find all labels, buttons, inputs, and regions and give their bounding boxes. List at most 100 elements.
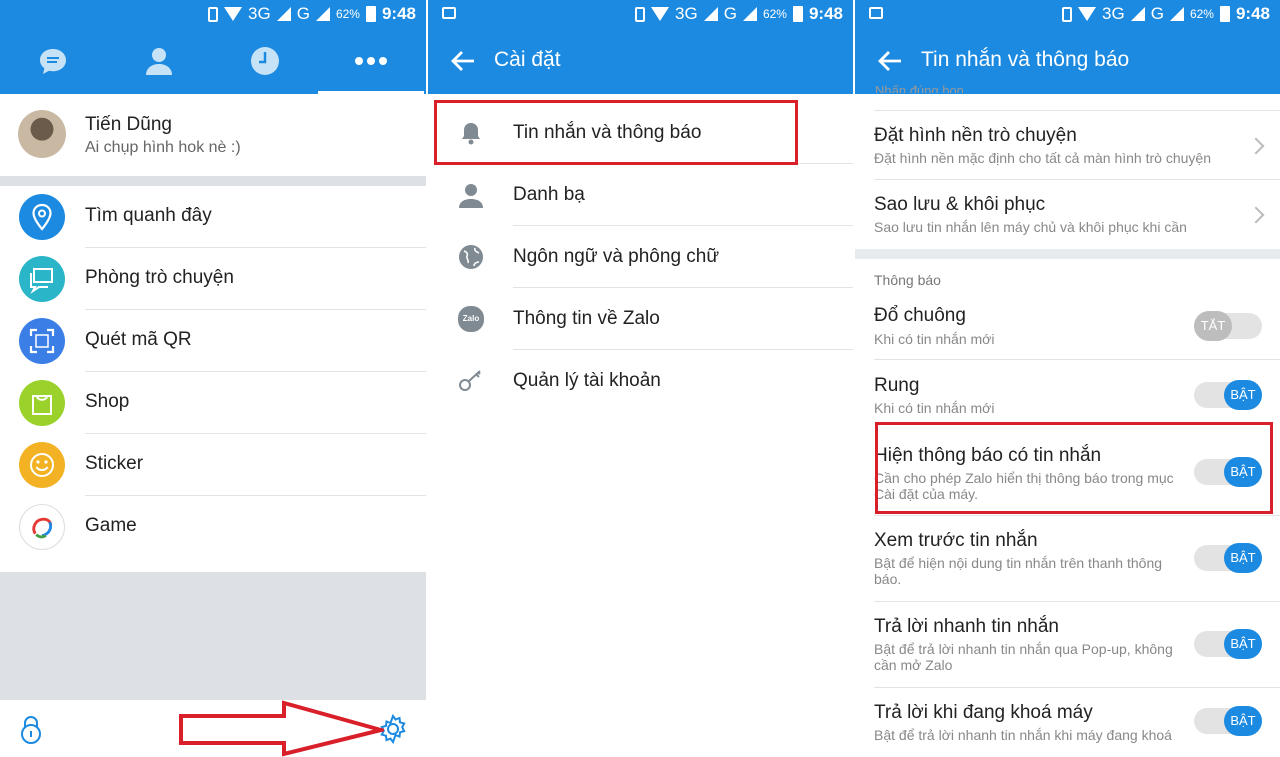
globe-icon [459, 245, 483, 269]
tab-messages[interactable] [0, 28, 106, 94]
quick-reply-toggle[interactable]: BẬT [1194, 629, 1262, 659]
menu-item-shop[interactable]: Shop [0, 372, 426, 434]
lock-icon[interactable] [18, 714, 44, 744]
wifi-icon [224, 7, 243, 21]
reply-locked-toggle[interactable]: BẬT [1194, 706, 1262, 736]
row-title: Sao lưu & khôi phục [874, 194, 1046, 215]
notification-settings-panel: 3G G 62% 9:48 Tin nhắn và thông báo Nhấn… [855, 0, 1280, 757]
row-message-preview[interactable]: Xem trước tin nhắn Bật để hiện nội dung … [855, 516, 1280, 602]
empty-area [0, 572, 426, 700]
message-preview-toggle[interactable]: BẬT [1194, 543, 1262, 573]
signal-icon [276, 7, 291, 21]
row-subtitle: Sao lưu tin nhắn lên máy chủ và khôi phụ… [874, 219, 1187, 235]
wifi-icon [651, 7, 670, 21]
profile-row[interactable]: Tiến Dũng Ai chụp hình hok nè :) [0, 94, 426, 176]
row-ringtone[interactable]: Đổ chuông Khi có tin nhắn mới TẮT [855, 291, 1280, 360]
row-title: Đổ chuông [874, 305, 966, 326]
app-bar: Cài đặt [428, 28, 853, 94]
row-title: Rung [874, 375, 920, 396]
back-arrow-icon[interactable] [877, 46, 903, 76]
person-icon [459, 184, 483, 208]
image-notification-icon [869, 7, 883, 19]
feature-menu: Tìm quanh đây Phòng trò chuyện Quét mã Q… [0, 186, 426, 558]
page-title: Tin nhắn và thông báo [921, 48, 1130, 71]
row-subtitle: Khi có tin nhắn mới [874, 331, 995, 347]
menu-item-nearby[interactable]: Tìm quanh đây [0, 186, 426, 248]
settings-item-about-zalo[interactable]: Zalo Thông tin về Zalo [428, 288, 853, 350]
game-logo-icon [19, 504, 65, 550]
clock-time: 9:48 [381, 4, 416, 23]
settings-item-label: Quản lý tài khoản [513, 370, 661, 391]
section-divider [855, 249, 1280, 259]
settings-item-contacts[interactable]: Danh bạ [428, 164, 853, 226]
ringtone-toggle[interactable]: TẮT [1194, 311, 1262, 341]
location-pin-icon [19, 194, 65, 240]
menu-item-label: Game [85, 515, 137, 536]
row-subtitle: Bật để trả lời nhanh tin nhắn khi máy đa… [874, 727, 1172, 743]
toggle-state: BẬT [1224, 543, 1262, 573]
menu-item-label: Sticker [85, 453, 144, 474]
settings-item-label: Ngôn ngữ và phông chữ [513, 246, 720, 267]
row-subtitle: Đặt hình nền mặc định cho tất cả màn hìn… [874, 150, 1211, 166]
menu-item-qr[interactable]: Quét mã QR [0, 310, 426, 372]
smiley-icon [19, 442, 65, 488]
row-subtitle: Khi có tin nhắn mới [874, 400, 995, 416]
settings-item-account[interactable]: Quản lý tài khoản [428, 350, 853, 412]
highlight-box [434, 100, 798, 165]
battery-icon [792, 6, 803, 22]
network-type: 3G [1102, 4, 1125, 23]
network-type: 3G [248, 4, 271, 23]
row-title: Trả lời khi đang khoá máy [874, 702, 1093, 723]
vibrate-icon [635, 6, 646, 22]
tab-recent[interactable] [212, 28, 318, 94]
wifi-icon [1078, 7, 1097, 21]
contacts-icon [146, 48, 172, 75]
status-bar: 3G G 62% 9:48 [428, 0, 853, 28]
row-subtitle: Bật để hiện nội dung tin nhắn trên thanh… [874, 555, 1163, 587]
row-subtitle: Bật để trả lời nhanh tin nhắn qua Pop-up… [874, 641, 1173, 673]
toggle-state: BẬT [1224, 380, 1262, 410]
signal-icon [1169, 7, 1184, 21]
battery-icon [365, 6, 376, 22]
menu-item-game[interactable]: Game [0, 496, 426, 558]
network-type-2: G [296, 4, 310, 23]
signal-icon [1130, 7, 1145, 21]
network-type-2: G [1150, 4, 1164, 23]
menu-item-sticker[interactable]: Sticker [0, 434, 426, 496]
main-menu-panel: 3G G 62% 9:48 Tiến Dũng Ai chụp hình hok… [0, 0, 426, 757]
tab-more[interactable] [318, 28, 424, 94]
battery-level: 62% [1189, 7, 1214, 21]
row-reply-locked[interactable]: Trả lời khi đang khoá máy Bật để trả lời… [855, 688, 1280, 757]
signal-icon [742, 7, 757, 21]
vibrate-toggle[interactable]: BẬT [1194, 380, 1262, 410]
settings-item-language[interactable]: Ngôn ngữ và phông chữ [428, 226, 853, 288]
row-vibrate[interactable]: Rung Khi có tin nhắn mới BẬT [855, 360, 1280, 429]
settings-item-label: Thông tin về Zalo [513, 308, 660, 329]
signal-icon [315, 7, 330, 21]
battery-icon [1219, 6, 1230, 22]
highlight-box [875, 422, 1273, 514]
messages-icon [40, 49, 66, 74]
row-backup-restore[interactable]: Sao lưu & khôi phục Sao lưu tin nhắn lên… [855, 180, 1280, 249]
menu-item-label: Shop [85, 391, 130, 412]
settings-item-label: Danh bạ [513, 184, 585, 205]
section-title: Thông báo [874, 272, 941, 288]
divider [0, 176, 426, 186]
menu-item-label: Phòng trò chuyện [85, 267, 234, 288]
image-notification-icon [442, 7, 456, 19]
tab-contacts[interactable] [106, 28, 212, 94]
zalo-icon: Zalo [458, 306, 484, 332]
menu-item-chat-room[interactable]: Phòng trò chuyện [0, 248, 426, 310]
vibrate-icon [1062, 6, 1073, 22]
more-icon [355, 57, 387, 65]
row-chat-wallpaper[interactable]: Đặt hình nền trò chuyện Đặt hình nền mặc… [855, 111, 1280, 180]
page-title: Cài đặt [494, 48, 561, 71]
row-quick-reply[interactable]: Trả lời nhanh tin nhắn Bật để trả lời nh… [855, 602, 1280, 688]
annotation-arrow [179, 700, 384, 757]
vibrate-icon [208, 6, 219, 22]
back-arrow-icon[interactable] [450, 46, 476, 76]
network-type-2: G [723, 4, 737, 23]
row-title: Trả lời nhanh tin nhắn [874, 616, 1059, 637]
clock-time: 9:48 [1235, 4, 1270, 23]
battery-level: 62% [335, 7, 360, 21]
